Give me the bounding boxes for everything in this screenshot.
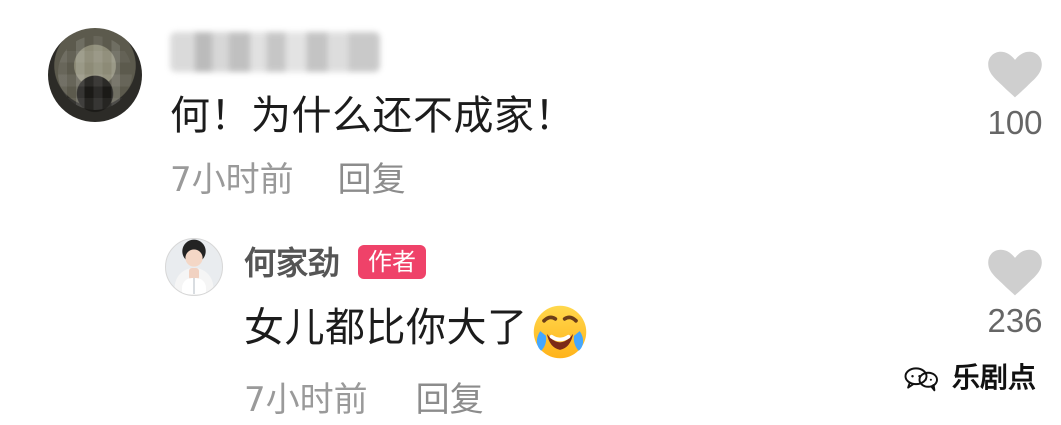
laughing-crying-emoji-icon [533, 305, 587, 359]
heart-icon[interactable] [986, 248, 1044, 298]
comment-text: 何！为什么还不成家！ [170, 93, 575, 139]
author-badge: 作者 [358, 245, 426, 279]
reply-like-block[interactable]: 236 [980, 248, 1050, 340]
watermark: 乐剧点 [902, 362, 1036, 394]
reply-username[interactable]: 何家劲 [244, 244, 340, 282]
wechat-icon [904, 367, 938, 392]
comment-thread: 何！为什么还不成家！ 7小时前 回复 100 何家劲 作者 女儿都比你大了 7小… [0, 0, 1061, 425]
comment-meta-row: 7小时前 回复 [170, 160, 406, 200]
reply-avatar[interactable] [165, 238, 223, 296]
comment-like-count: 100 [987, 104, 1043, 141]
blurred-username [170, 32, 380, 72]
reply-meta-row: 7小时前 回复 [244, 380, 484, 420]
reply-time: 7小时前 [244, 380, 368, 420]
user-avatar[interactable] [48, 28, 142, 122]
reply-like-count: 236 [987, 302, 1043, 339]
comment-time: 7小时前 [170, 160, 294, 200]
heart-icon[interactable] [986, 50, 1044, 100]
reply-text: 女儿都比你大了 [244, 305, 528, 351]
reply-button[interactable]: 回复 [416, 380, 484, 420]
comment-like-block[interactable]: 100 [980, 50, 1050, 142]
comment-reply-button[interactable]: 回复 [338, 160, 406, 200]
watermark-text: 乐剧点 [952, 361, 1037, 394]
